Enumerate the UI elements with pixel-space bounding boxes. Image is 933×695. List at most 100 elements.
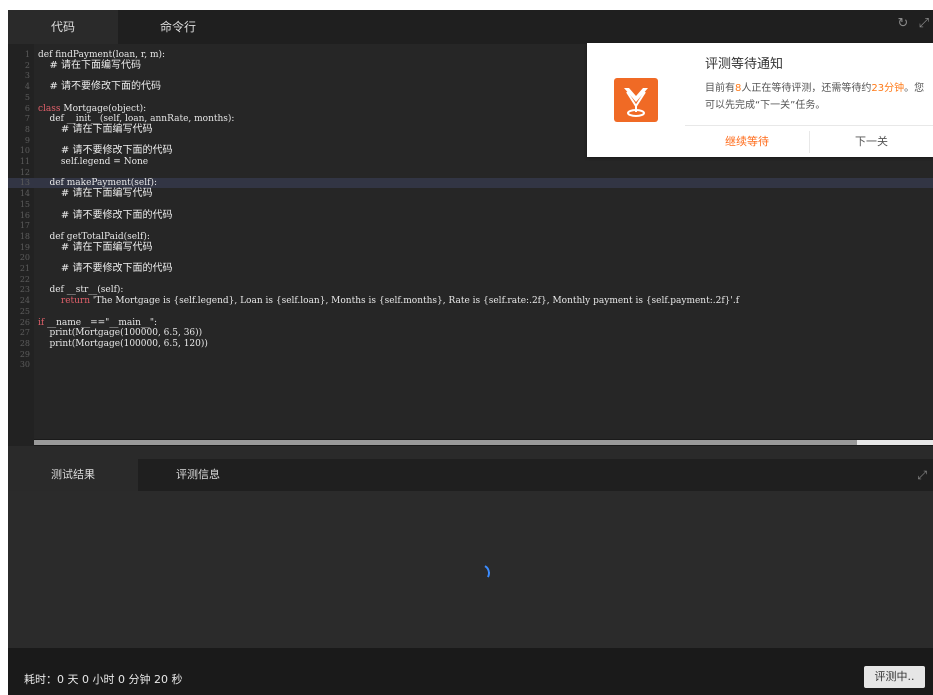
code-line[interactable]: 13 def makePayment(self): <box>8 178 933 189</box>
notice-message: 目前有8人正在等待评测，还需等待约23分钟。您可以先完成“下一关”任务。 <box>705 80 927 114</box>
code-comment: # 请不要修改下面的代码 <box>60 209 173 221</box>
line-number: 19 <box>19 242 30 252</box>
code-comment: # 请不要修改下面的代码 <box>49 81 162 93</box>
code-comment: # 请在下面编写代码 <box>60 123 153 135</box>
code-text: self.legend = None <box>38 157 148 167</box>
expand-icon[interactable]: ⤢ <box>917 468 927 483</box>
code-line[interactable]: 25 <box>8 307 933 317</box>
code-keyword: if <box>38 317 48 328</box>
line-number: 9 <box>24 135 30 145</box>
code-line[interactable]: 18 def getTotalPaid(self): <box>8 232 933 242</box>
code-comment: # 请不要修改下面的代码 <box>60 263 173 274</box>
code-line[interactable]: 21 # 请不要修改下面的代码 <box>8 264 933 274</box>
code-text: # 请不要修改下面的代码 <box>38 146 173 156</box>
ide-frame: 代码 命令行 ↻ ⤢ 1 def findPayment(loan, r, m):… <box>8 10 933 695</box>
line-number: 18 <box>19 231 30 241</box>
code-text: # 请在下面编写代码 <box>38 123 153 135</box>
line-number: 29 <box>19 349 30 359</box>
code-line[interactable]: 14 # 请在下面编写代码 <box>8 189 933 199</box>
code-token: print(Mortgage(100000, 6.5, 120)) <box>38 338 208 349</box>
line-number: 15 <box>19 199 30 209</box>
next-level-button[interactable]: 下一关 <box>810 126 933 157</box>
line-number: 6 <box>24 103 30 113</box>
code-comment: # 请在下面编写代码 <box>60 241 153 253</box>
code-line[interactable]: 22 <box>8 275 933 285</box>
code-text: # 请不要修改下面的代码 <box>38 82 161 92</box>
fullscreen-icon[interactable]: ⤢ <box>919 16 929 31</box>
line-number: 28 <box>19 338 30 348</box>
code-line[interactable]: 27 print(Mortgage(100000, 6.5, 36)) <box>8 328 933 338</box>
code-line[interactable]: 24 return 'The Mortgage is {self.legend}… <box>8 296 933 306</box>
code-text: # 请在下面编写代码 <box>38 189 153 199</box>
code-token: print(Mortgage(100000, 6.5, 36)) <box>38 328 203 339</box>
continue-waiting-button[interactable]: 继续等待 <box>685 126 809 157</box>
code-text: # 请不要修改下面的代码 <box>38 209 173 221</box>
reset-icon[interactable]: ↻ <box>898 16 909 31</box>
code-text: class Mortgage(object): <box>38 104 146 114</box>
result-tabbar: 测试结果 评测信息 ⤢ <box>8 459 933 491</box>
line-number: 23 <box>19 285 30 295</box>
line-number: 1 <box>24 50 30 59</box>
line-number: 20 <box>19 253 30 263</box>
tab-command-line[interactable]: 命令行 <box>118 10 238 44</box>
code-text: def __str__(self): <box>38 285 123 295</box>
horizontal-scrollbar[interactable] <box>34 439 933 446</box>
scrollbar-track-fill <box>34 440 857 445</box>
code-line[interactable]: 11 self.legend = None <box>8 157 933 167</box>
loading-spinner-icon <box>469 561 493 585</box>
code-text: # 请在下面编写代码 <box>38 241 153 253</box>
line-number: 22 <box>19 274 30 284</box>
tab-evaluation-info[interactable]: 评测信息 <box>138 459 258 491</box>
line-number: 8 <box>24 124 30 134</box>
code-text: if __name__=="__main__": <box>38 318 157 328</box>
code-line[interactable]: 12 <box>8 168 933 178</box>
line-number: 3 <box>24 71 30 81</box>
wait-time: 23分钟 <box>871 83 905 94</box>
code-text: def getTotalPaid(self): <box>38 231 150 242</box>
line-number: 10 <box>19 146 30 156</box>
line-number: 30 <box>19 360 30 370</box>
code-token: def __init__(self, loan, annRate, months… <box>38 114 235 125</box>
code-line[interactable]: 30 <box>8 360 933 370</box>
line-number: 2 <box>24 60 30 70</box>
line-number: 12 <box>19 167 30 177</box>
code-line[interactable]: 17 <box>8 221 933 231</box>
editor-tabbar: 代码 命令行 ↻ ⤢ <box>8 10 933 44</box>
code-text: # 请在下面编写代码 <box>38 60 141 71</box>
code-token: def makePayment(self): <box>38 178 157 189</box>
code-line[interactable]: 23 def __str__(self): <box>8 285 933 295</box>
code-line[interactable]: 28 print(Mortgage(100000, 6.5, 120)) <box>8 339 933 349</box>
code-line[interactable]: 15 <box>8 200 933 210</box>
code-text: # 请不要修改下面的代码 <box>38 263 173 274</box>
line-number: 17 <box>19 221 30 231</box>
educoder-logo-icon <box>614 78 658 122</box>
line-number: 26 <box>19 317 30 327</box>
code-keyword: return <box>60 296 93 307</box>
code-line[interactable]: 20 <box>8 253 933 263</box>
code-line[interactable]: 29 <box>8 350 933 360</box>
code-line[interactable]: 19 # 请在下面编写代码 <box>8 241 933 253</box>
tab-test-result[interactable]: 测试结果 <box>8 459 138 491</box>
code-token: def getTotalPaid(self): <box>38 231 150 242</box>
code-token: def findPayment(loan, r, m): <box>38 50 166 60</box>
code-text: print(Mortgage(100000, 6.5, 120)) <box>38 338 208 349</box>
line-number: 14 <box>19 189 30 199</box>
line-number: 21 <box>19 264 30 273</box>
line-number: 24 <box>19 296 30 306</box>
code-line[interactable]: 26 if __name__=="__main__": <box>8 318 933 328</box>
evaluate-button[interactable]: 评测中.. <box>864 666 925 688</box>
code-line[interactable]: 16 # 请不要修改下面的代码 <box>8 209 933 221</box>
line-number: 4 <box>24 82 30 92</box>
code-token: def __str__(self): <box>38 285 124 296</box>
tab-code[interactable]: 代码 <box>8 10 118 44</box>
code-text: def makePayment(self): <box>38 178 157 188</box>
line-number: 27 <box>19 328 30 338</box>
scrollbar-thumb[interactable] <box>857 440 933 445</box>
